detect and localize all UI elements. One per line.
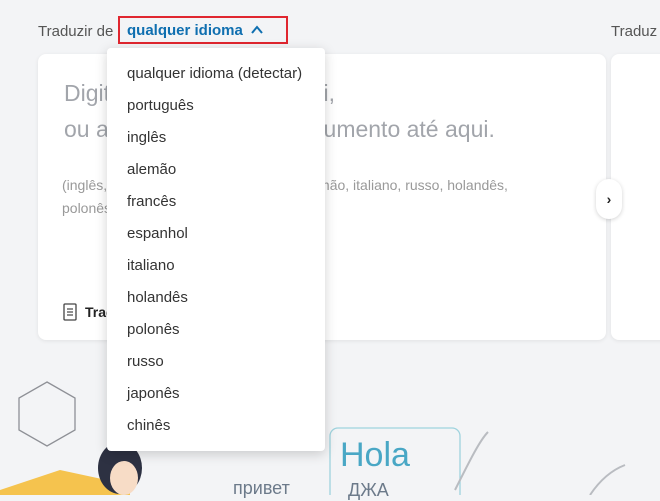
source-language-label: qualquer idioma (127, 21, 243, 39)
language-option[interactable]: inglês (127, 129, 166, 146)
language-option[interactable]: alemão (127, 161, 176, 178)
illustration-privet-word: привет (233, 478, 290, 498)
source-prefix-label: Traduzir de (38, 23, 114, 40)
language-option[interactable]: francês (127, 193, 176, 210)
language-option[interactable]: holandês (127, 289, 188, 306)
illustration-branch-2 (589, 464, 626, 495)
language-option[interactable]: polonês (127, 321, 180, 338)
expand-panel-button[interactable]: › (596, 179, 622, 219)
target-prefix-label: Traduz (611, 23, 658, 40)
chevron-up-icon (251, 25, 263, 34)
language-option[interactable]: italiano (127, 257, 175, 274)
source-language-selector[interactable]: qualquer idioma (118, 16, 288, 44)
document-icon (63, 303, 77, 321)
language-option[interactable]: qualquer idioma (detectar) (127, 65, 302, 82)
language-option[interactable]: espanhol (127, 225, 188, 242)
language-option[interactable]: russo (127, 353, 164, 370)
illustration-dzha-word: ДЖА (348, 480, 389, 500)
background-illustration (0, 381, 626, 495)
source-language-dropdown: qualquer idioma (detectar) português ing… (107, 48, 325, 451)
illustration-person-face (110, 461, 138, 495)
hexagon-shape (18, 381, 76, 447)
language-option[interactable]: chinês (127, 417, 170, 434)
language-option[interactable]: japonês (127, 385, 180, 402)
chevron-right-icon: › (606, 191, 612, 207)
illustration-hola-word: Hola (340, 436, 410, 474)
language-option[interactable]: português (127, 97, 194, 114)
